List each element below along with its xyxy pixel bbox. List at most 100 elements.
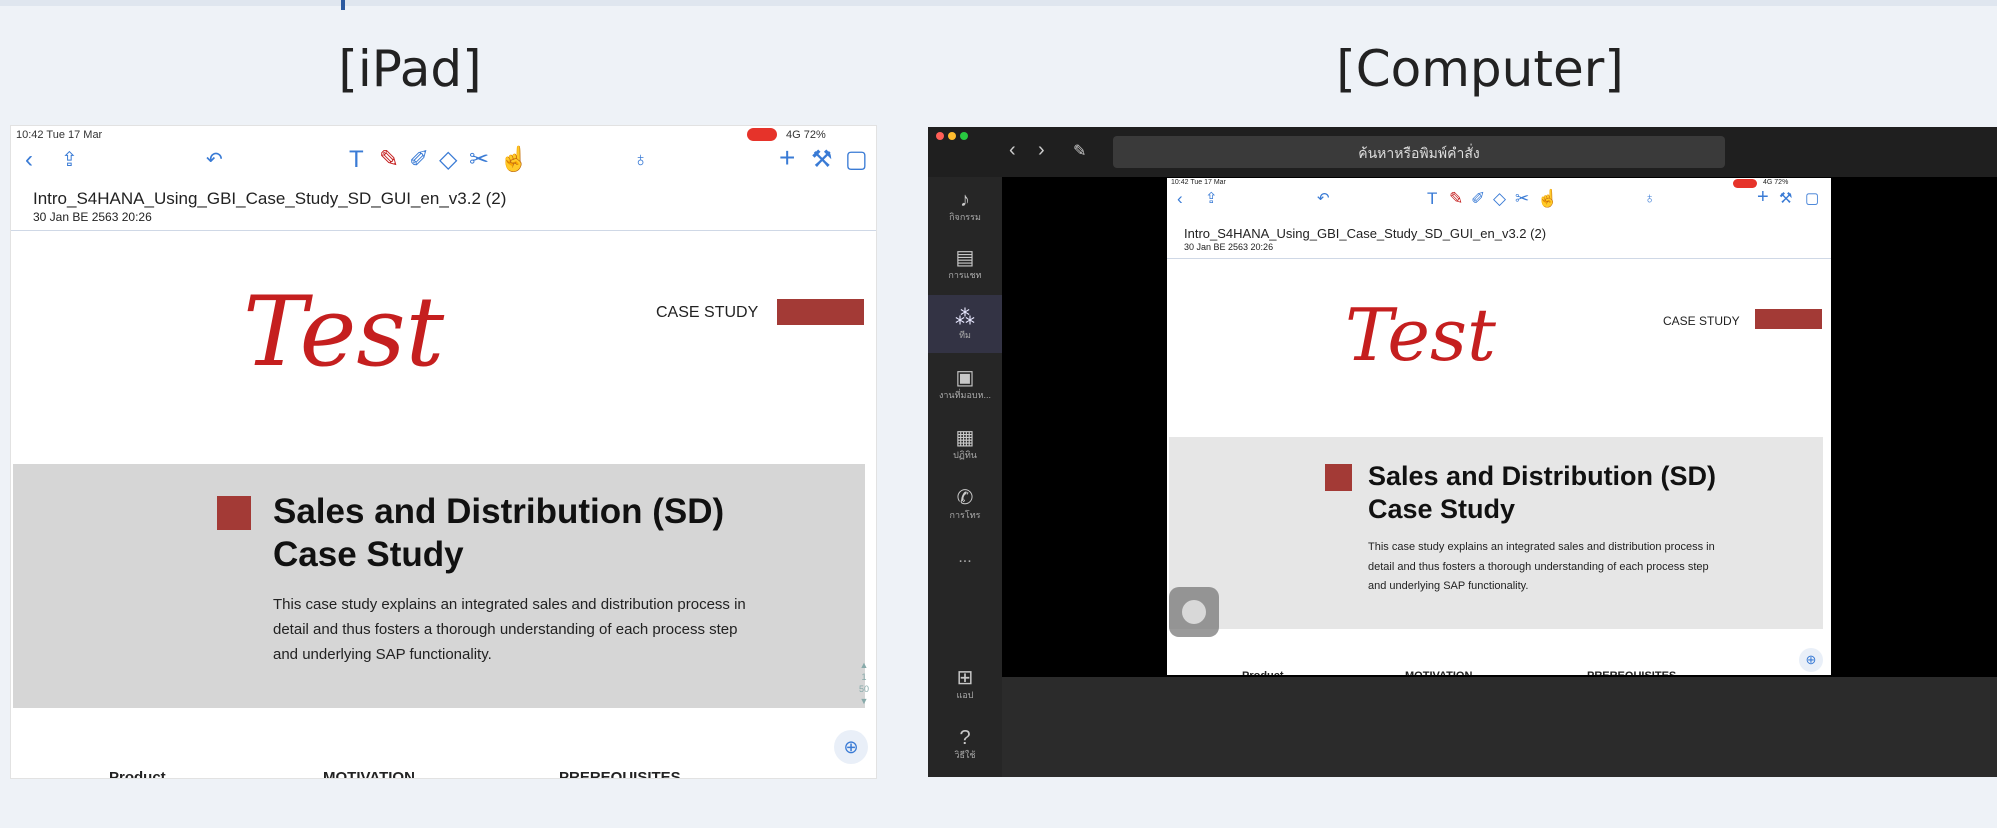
pages-icon[interactable]: ▢ [845, 144, 868, 176]
apps-icon: ⊞ [956, 667, 974, 689]
slide-title-line1: Sales and Distribution (SD) [273, 492, 725, 531]
mirror-body-line2: detail and thus fosters a thorough under… [1368, 561, 1709, 573]
zoom-window-dot[interactable] [960, 132, 968, 140]
sidebar-item-calls[interactable]: ✆ การโทร [930, 487, 1000, 521]
computer-screenshot: ‹ › ✎ ค้นหาหรือพิมพ์คำสั่ง ♪ กิจกรรม ▤ การ… [928, 127, 1997, 777]
mirror-case-study-tag [1755, 309, 1822, 329]
assistive-touch-button[interactable] [1169, 587, 1219, 637]
doc-header-divider [11, 230, 876, 231]
page-number-top: 1 [861, 672, 867, 682]
mirror-pages-icon: ▢ [1805, 190, 1820, 207]
undo-icon[interactable]: ↶ [206, 144, 223, 176]
sidebar-item-more[interactable]: ... [930, 549, 1000, 566]
minimize-window-dot[interactable] [948, 132, 956, 140]
sidebar-item-activity[interactable]: ♪ กิจกรรม [930, 189, 1000, 223]
sidebar-item-calendar[interactable]: ▦ ปฏิทิน [930, 427, 1000, 461]
zoom-icon[interactable]: ⊕ [834, 730, 868, 764]
assistive-touch-dot [1182, 600, 1206, 624]
title-bullet [217, 496, 251, 530]
mic-icon[interactable]: ♁ [633, 144, 648, 176]
mirror-hand-icon: ☝ [1537, 189, 1559, 208]
mirror-add-icon: + [1757, 186, 1769, 208]
bell-icon: ♪ [960, 189, 970, 211]
mirror-recording-indicator [1733, 179, 1757, 188]
mirror-doc-title: Intro_S4HANA_Using_GBI_Case_Study_SD_GUI… [1184, 226, 1547, 241]
page-scroller[interactable]: ▲ 1 50 ▼ [857, 659, 871, 719]
sidebar-item-assignments[interactable]: ▣ งานที่มอบห... [930, 367, 1000, 401]
ipad-heading: [iPad] [338, 40, 482, 98]
ipad-status-battery: 4G 72% [786, 129, 826, 141]
text-tool-icon[interactable]: T [349, 144, 364, 176]
highlighter-icon[interactable]: ✐ [409, 144, 429, 176]
mirror-zoom-icon: ⊕ [1799, 648, 1823, 672]
slide-title-line2: Case Study [273, 535, 464, 574]
chat-icon: ▤ [955, 247, 975, 269]
nav-forward-icon[interactable]: › [1038, 139, 1045, 162]
mirror-wrench-icon: ⚒ [1779, 190, 1793, 207]
ipad-screenshot: 10:42 Tue 17 Mar 4G 72% ‹ ⇪ ↶ T ✎ ✐ ◇ ✂ … [10, 125, 877, 779]
mirror-status-battery: 4G 72% [1763, 179, 1789, 186]
add-icon[interactable]: + [779, 142, 795, 174]
mirror-footer-col-prerequisites: PREREQUISITES [1587, 670, 1676, 675]
slide-top-strip [0, 0, 1997, 6]
search-input-placeholder: ค้นหาหรือพิมพ์คำสั่ง [1358, 146, 1480, 162]
mirror-body-line3: and underlying SAP functionality. [1368, 580, 1529, 592]
mirror-slide-title-line1: Sales and Distribution (SD) [1368, 461, 1717, 491]
mirror-status-time: 10:42 Tue 17 Mar [1171, 179, 1226, 186]
computer-heading: [Computer] [1336, 40, 1624, 98]
ipad-doc-date: 30 Jan BE 2563 20:26 [33, 210, 152, 224]
assignments-icon: ▣ [955, 367, 975, 389]
footer-col-motivation: MOTIVATION [323, 769, 415, 779]
teams-icon: ⁂ [955, 307, 975, 329]
hand-icon[interactable]: ☝ [499, 144, 529, 176]
mirror-mic-icon: ♁ [1644, 190, 1656, 207]
mirror-body-line1: This case study explains an integrated s… [1368, 541, 1715, 553]
phone-icon: ✆ [956, 487, 974, 509]
mirror-title-bullet [1325, 464, 1352, 491]
ipad-status-time: 10:42 Tue 17 Mar [16, 129, 103, 141]
share-icon[interactable]: ⇪ [61, 144, 78, 176]
slide-body-line3: and underlying SAP functionality. [273, 646, 492, 663]
close-window-dot[interactable] [936, 132, 944, 140]
sidebar-item-help[interactable]: ? วิธีใช้ [930, 727, 1000, 761]
page-number-total: 50 [858, 684, 869, 694]
mirror-lasso-icon: ✂ [1515, 189, 1530, 208]
help-icon: ? [959, 727, 971, 749]
compose-icon[interactable]: ✎ [1073, 141, 1086, 161]
footer-col-product: Product [109, 769, 166, 779]
mirror-pen-tool-icon: ✎ [1449, 189, 1464, 208]
sidebar-item-apps[interactable]: ⊞ แอป [930, 667, 1000, 701]
pen-tool-icon[interactable]: ✎ [379, 144, 399, 176]
mirror-footer-col-motivation: MOTIVATION [1405, 670, 1472, 675]
sidebar-item-chat[interactable]: ▤ การแชท [930, 247, 1000, 281]
mirror-undo-icon: ↶ [1317, 190, 1330, 207]
mirror-slide-title-line2: Case Study [1368, 494, 1516, 524]
back-icon[interactable]: ‹ [25, 144, 33, 176]
eraser-icon[interactable]: ◇ [439, 144, 457, 176]
mirror-case-study-label: CASE STUDY [1663, 314, 1740, 328]
accent-tick [341, 0, 345, 10]
lasso-icon[interactable]: ✂ [469, 144, 489, 176]
slide-body-line2: detail and thus fosters a thorough under… [273, 621, 738, 638]
case-study-tag [777, 299, 864, 325]
mirror-doc-date: 30 Jan BE 2563 20:26 [1184, 242, 1274, 252]
nav-back-icon[interactable]: ‹ [1009, 139, 1016, 162]
mirror-handwritten-annotation: Test [1345, 293, 1496, 377]
mirror-text-tool-icon: T [1427, 189, 1438, 208]
case-study-label: CASE STUDY [656, 304, 759, 321]
ipad-doc-title: Intro_S4HANA_Using_GBI_Case_Study_SD_GUI… [33, 189, 507, 208]
mirror-header-divider [1167, 258, 1831, 259]
settings-wrench-icon[interactable]: ⚒ [811, 144, 833, 176]
more-icon: ... [958, 549, 972, 566]
recording-indicator [747, 128, 777, 141]
mirror-highlighter-icon: ✐ [1471, 189, 1486, 208]
mirror-eraser-icon: ◇ [1493, 189, 1507, 208]
scroll-down-icon[interactable]: ▼ [857, 695, 871, 707]
footer-col-prerequisites: PREREQUISITES [559, 769, 681, 779]
slide-body-line1: This case study explains an integrated s… [273, 596, 746, 613]
sidebar-item-teams[interactable]: ⁂ ทีม [930, 307, 1000, 341]
calendar-icon: ▦ [955, 427, 975, 449]
scroll-up-icon[interactable]: ▲ [857, 659, 871, 671]
mirror-share-icon: ⇪ [1205, 190, 1218, 207]
mirror-footer-col-product: Product [1242, 670, 1284, 675]
